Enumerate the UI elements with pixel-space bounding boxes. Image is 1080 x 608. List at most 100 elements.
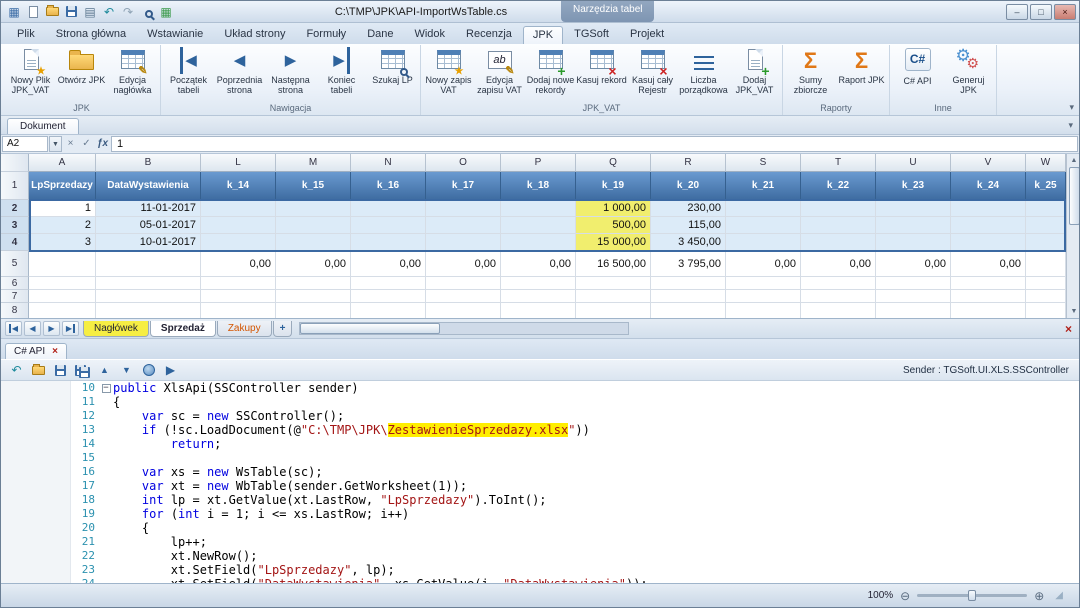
cell-W5[interactable] [1026,251,1066,277]
cell-W2[interactable] [1026,200,1066,217]
ribbon-button-dodaj-jpk-vat[interactable]: + Dodaj JPK_VAT [729,45,780,95]
namebox-dropdown-icon[interactable]: ▼ [49,136,62,152]
cell-A3[interactable]: 2 [29,217,96,234]
cell-T4[interactable] [801,234,876,251]
cell-L2[interactable] [201,200,276,217]
header-cell-k-15[interactable]: k_15 [276,172,351,200]
cell-R6[interactable] [651,277,726,290]
zoom-slider[interactable] [917,594,1027,597]
close-icon[interactable]: × [1054,4,1076,20]
header-cell-k-16[interactable]: k_16 [351,172,426,200]
ribbon-tab-projekt[interactable]: Projekt [620,25,674,44]
code-line[interactable]: 10 − public XlsApi(SSController sender) [1,381,1079,395]
cell-N6[interactable] [351,277,426,290]
cell-L4[interactable] [201,234,276,251]
cell-U6[interactable] [876,277,951,290]
horizontal-scrollbar[interactable] [299,322,629,335]
header-cell-k-18[interactable]: k_18 [501,172,576,200]
cell-M4[interactable] [276,234,351,251]
cell-Q3[interactable]: 500,00 [576,217,651,234]
cell-P4[interactable] [501,234,576,251]
ribbon-button-szukaj-lp[interactable]: Szukaj LP [367,45,418,85]
cell-L5[interactable]: 0,00 [201,251,276,277]
cell-S3[interactable] [726,217,801,234]
tab-csharp-api[interactable]: C# API × [5,343,67,359]
code-line[interactable]: 11 { [1,395,1079,409]
save-icon[interactable] [62,4,80,20]
ribbon-tab-recenzja[interactable]: Recenzja [456,25,522,44]
code-line[interactable]: 19 for (int i = 1; i <= xs.LastRow; i++) [1,507,1079,521]
code-line[interactable]: 22 xt.NewRow(); [1,549,1079,563]
code-line[interactable]: 23 xt.SetField("LpSprzedazy", lp); [1,563,1079,577]
col-header-R[interactable]: R [651,154,726,172]
ribbon-tab-wstawianie[interactable]: Wstawianie [137,25,213,44]
header-cell-k-22[interactable]: k_22 [801,172,876,200]
cell-S7[interactable] [726,290,801,303]
cell-T5[interactable]: 0,00 [801,251,876,277]
row-header-7[interactable]: 7 [1,290,29,303]
cell-R7[interactable] [651,290,726,303]
cell-M7[interactable] [276,290,351,303]
code-line[interactable]: 16 var xs = new WsTable(sc); [1,465,1079,479]
ribbon-tab-formuly[interactable]: Formuły [296,25,356,44]
breakpoint-margin[interactable] [1,465,71,479]
ribbon-tab-tgsoft[interactable]: TGSoft [564,25,619,44]
cell-P7[interactable] [501,290,576,303]
cell-U5[interactable]: 0,00 [876,251,951,277]
sheet-tab-naglowek[interactable]: Nagłówek [83,321,149,337]
col-header-P[interactable]: P [501,154,576,172]
cell-B3[interactable]: 05-01-2017 [96,217,201,234]
ribbon-button-generuj-jpk[interactable]: ⚙⚙ Generuj JPK [943,45,994,95]
cell-R4[interactable]: 3 450,00 [651,234,726,251]
ribbon-button-liczba-porzadkowa[interactable]: Liczba porządkowa [678,45,729,95]
breakpoint-margin[interactable] [1,437,71,451]
ribbon-button-raport-jpk[interactable]: Σ Raport JPK [836,45,887,85]
cell-B2[interactable]: 11-01-2017 [96,200,201,217]
cell-O8[interactable] [426,303,501,318]
row-header-4[interactable]: 4 [1,234,29,251]
cell-P5[interactable]: 0,00 [501,251,576,277]
breakpoint-margin[interactable] [1,549,71,563]
cell-O2[interactable] [426,200,501,217]
header-cell-k-14[interactable]: k_14 [201,172,276,200]
breakpoint-margin[interactable] [1,521,71,535]
breakpoint-margin[interactable] [1,451,71,465]
cell-P6[interactable] [501,277,576,290]
cell-P3[interactable] [501,217,576,234]
row-header-1[interactable]: 1 [1,172,29,200]
confirm-entry-icon[interactable]: ✓ [79,136,94,152]
save-icon[interactable] [51,362,70,379]
header-cell-k-24[interactable]: k_24 [951,172,1026,200]
col-header-Q[interactable]: Q [576,154,651,172]
ribbon-button-kasuj-caly-rejestr[interactable]: × Kasuj cały Rejestr [627,45,678,95]
code-line[interactable]: 12 var sc = new SSController(); [1,409,1079,423]
breakpoint-margin[interactable] [1,409,71,423]
save-all-icon[interactable] [73,362,92,379]
row-header-5[interactable]: 5 [1,251,29,277]
cell-M6[interactable] [276,277,351,290]
ribbon-tab-strona-glowna[interactable]: Strona główna [46,25,136,44]
close-icon[interactable]: × [52,346,58,357]
cell-U7[interactable] [876,290,951,303]
open-icon[interactable] [29,362,48,379]
cell-A6[interactable] [29,277,96,290]
sheet-tab-sprzedaz[interactable]: Sprzedaż [150,321,216,337]
header-cell-k-25[interactable]: k_25 [1026,172,1066,200]
ribbon-button-kasuj-rekord[interactable]: × Kasuj rekord [576,45,627,85]
breakpoint-margin[interactable] [1,395,71,409]
cell-W6[interactable] [1026,277,1066,290]
cell-W7[interactable] [1026,290,1066,303]
cell-O6[interactable] [426,277,501,290]
run-icon[interactable]: ▶ [161,362,180,379]
col-header-O[interactable]: O [426,154,501,172]
header-cell-lpsprzedazy[interactable]: LpSprzedazy [29,172,96,200]
cell-V6[interactable] [951,277,1026,290]
row-header-3[interactable]: 3 [1,217,29,234]
cell-M5[interactable]: 0,00 [276,251,351,277]
col-header-W[interactable]: W [1026,154,1066,172]
cell-L6[interactable] [201,277,276,290]
cell-A7[interactable] [29,290,96,303]
search-icon[interactable] [138,4,156,20]
close-icon[interactable]: × [1065,323,1072,335]
cell-R5[interactable]: 3 795,00 [651,251,726,277]
